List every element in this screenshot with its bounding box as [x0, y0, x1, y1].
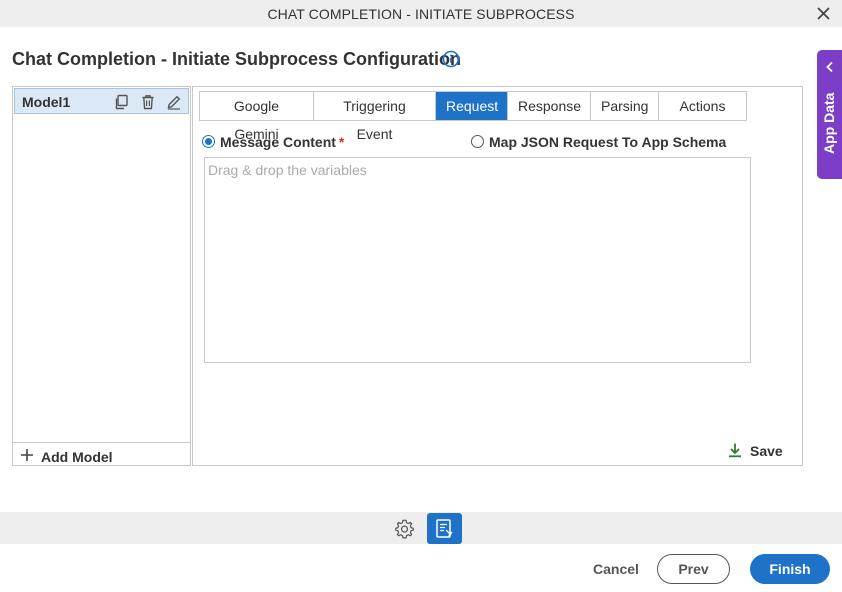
tab-triggering-event[interactable]: Triggering Event [314, 92, 436, 142]
map-json-radio[interactable] [471, 135, 484, 148]
page-title: Chat Completion - Initiate Subprocess Co… [12, 49, 462, 69]
message-content-radio[interactable] [202, 135, 215, 148]
copy-icon[interactable] [113, 94, 129, 110]
chevron-left-icon [826, 61, 833, 73]
delete-icon[interactable] [140, 94, 156, 110]
prev-button[interactable]: Prev [657, 554, 730, 584]
edit-icon[interactable] [166, 94, 182, 110]
download-icon [729, 443, 741, 458]
model-list-item[interactable]: Model1 [14, 88, 189, 114]
model-label: Model1 [22, 94, 71, 110]
tab-google-gemini[interactable]: Google Gemini [200, 92, 314, 142]
tab-bar: Google Gemini Triggering Event Request R… [199, 91, 747, 142]
model-list-panel: Model1 Add Model [12, 86, 191, 466]
add-model-label: Add Model [41, 449, 113, 465]
tab-parsing[interactable]: Parsing [591, 92, 659, 120]
window-title: CHAT COMPLETION - INITIATE SUBPROCESS [267, 6, 575, 22]
tab-actions[interactable]: Actions [659, 92, 746, 120]
close-icon[interactable] [815, 5, 832, 22]
message-content-drop-area[interactable]: Drag & drop the variables [204, 157, 751, 363]
gear-icon[interactable] [394, 518, 415, 539]
finish-button[interactable]: Finish [750, 554, 830, 584]
bottom-toolbar [0, 512, 842, 544]
add-model-button[interactable]: Add Model [13, 442, 190, 466]
info-icon[interactable] [442, 50, 460, 68]
window-titlebar: CHAT COMPLETION - INITIATE SUBPROCESS [0, 0, 842, 27]
required-marker: * [338, 134, 345, 150]
cancel-button[interactable]: Cancel [593, 561, 639, 577]
app-form-button[interactable] [427, 513, 462, 544]
app-data-tab[interactable]: App Data [817, 50, 842, 179]
tab-request[interactable]: Request [436, 92, 508, 120]
tab-response[interactable]: Response [508, 92, 591, 120]
app-data-label: App Data [821, 92, 837, 154]
message-content-text: Message Content [220, 134, 336, 150]
app-form-icon [436, 519, 453, 538]
save-label: Save [750, 443, 783, 459]
drop-placeholder: Drag & drop the variables [208, 162, 367, 178]
map-json-label: Map JSON Request To App Schema [489, 134, 727, 150]
configuration-panel: Google Gemini Triggering Event Request R… [192, 86, 803, 466]
message-content-label: Message Content * [220, 134, 344, 150]
plus-icon [21, 449, 33, 461]
